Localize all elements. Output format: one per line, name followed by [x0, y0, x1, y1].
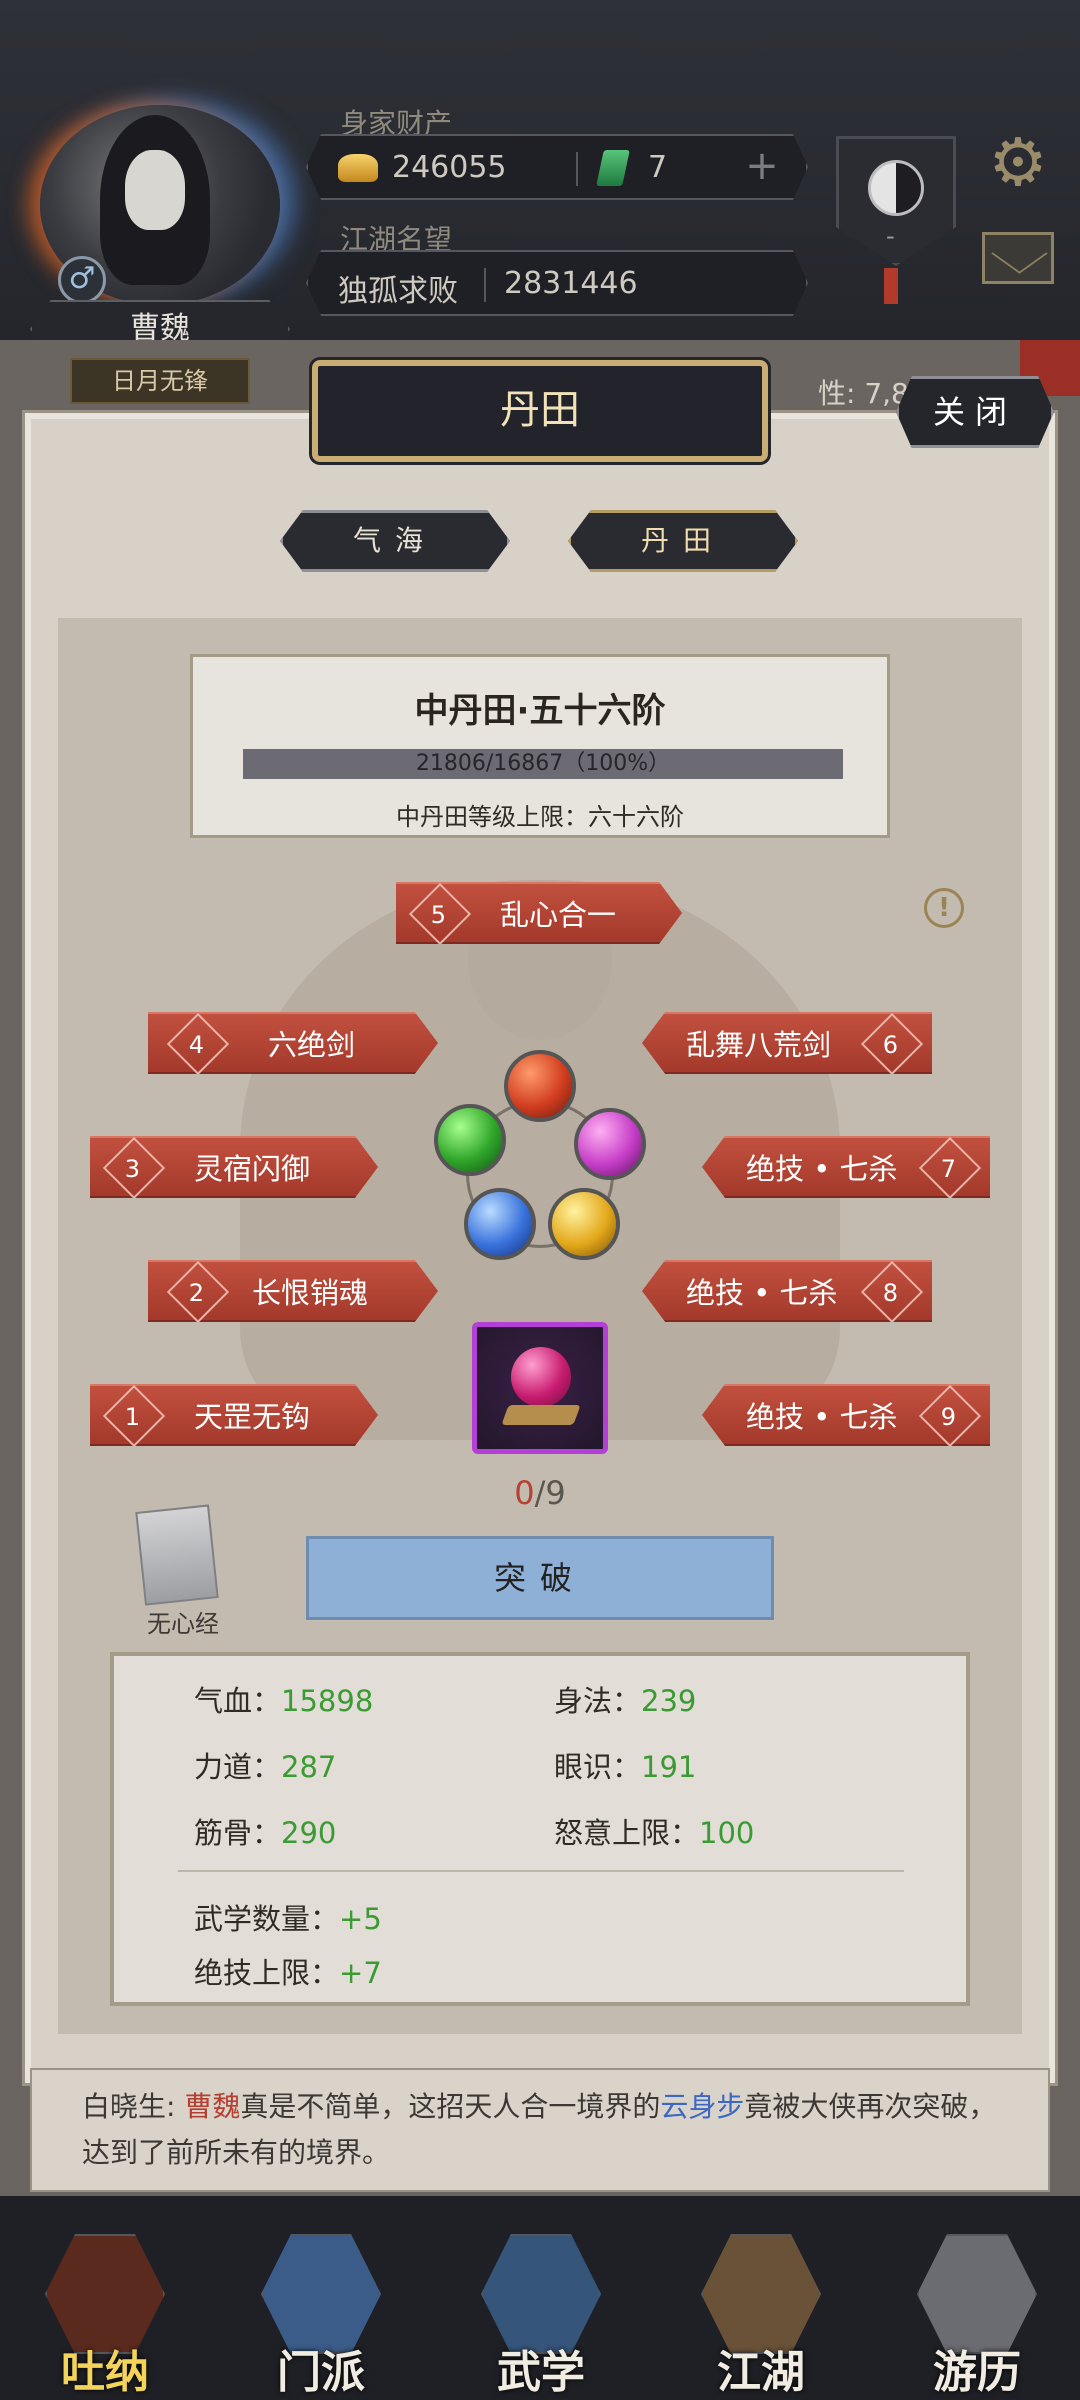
dantian-info-box: 中丹田·五十六阶 21806/16867（100%） 中丹田等级上限：六十六阶 [190, 654, 890, 838]
dantian-limit-text: 中丹田等级上限：六十六阶 [396, 803, 684, 831]
add-currency-button[interactable]: + [740, 146, 784, 190]
male-icon: ♂ [58, 256, 106, 304]
nav-breathing[interactable]: 吐纳 [30, 2226, 180, 2398]
nav-label: 吐纳 [61, 2347, 149, 2398]
skill-number: 6 [860, 1012, 924, 1074]
blue-gem-icon[interactable] [464, 1188, 536, 1260]
jade-amount: 7 [648, 150, 668, 185]
skill-slot-7[interactable]: 绝技 • 七杀 7 [702, 1136, 990, 1198]
skill-name: 乱舞八荒剑 [686, 1028, 832, 1062]
red-gem-icon[interactable] [504, 1050, 576, 1122]
jade-icon [596, 150, 630, 186]
dantian-level-title: 中丹田·五十六阶 [414, 691, 666, 731]
taiji-icon [868, 160, 924, 216]
skill-name: 乱心合一 [500, 898, 617, 932]
nav-jianghu[interactable]: 江湖 [686, 2226, 836, 2398]
stat-agility: 身法：239 [554, 1684, 697, 1718]
fame-value: 2831446 [504, 266, 638, 301]
purple-gem-icon[interactable] [574, 1108, 646, 1180]
yellow-gem-icon[interactable] [548, 1188, 620, 1260]
stat-martial-count: 武学数量：+5 [194, 1902, 382, 1936]
skill-name: 长恨销魂 [252, 1276, 369, 1310]
nav-label: 门派 [277, 2347, 365, 2398]
player-title: 日月无锋 [70, 358, 250, 404]
gold-amount: 246055 [392, 150, 507, 185]
bottom-nav: 吐纳 门派 武学 江湖 游历 [0, 2196, 1080, 2400]
nav-label: 游历 [933, 2347, 1021, 2398]
orb-stand-icon [501, 1405, 581, 1425]
gold-ingot-icon [338, 154, 378, 182]
stat-hp: 气血：15898 [194, 1684, 374, 1718]
nav-label: 武学 [497, 2347, 585, 2398]
stat-strength: 力道：287 [194, 1750, 337, 1784]
skill-slot-1[interactable]: 1 天罡无钩 [90, 1384, 378, 1446]
divider [484, 268, 486, 302]
fame-title: 独孤求败 [338, 274, 458, 309]
modal-title: 丹田 [312, 360, 768, 462]
divider [178, 1870, 904, 1872]
tab-dantian[interactable]: 丹田 [568, 510, 798, 572]
skill-name: 绝技 • 七杀 [686, 1276, 838, 1310]
stat-rage-limit: 怒意上限：100 [554, 1816, 755, 1850]
chat-message: 白晓生: 曹魏真是不简单，这招天人合一境界的云身步竟被大侠再次突破，达到了前所未… [82, 2090, 997, 2169]
skill-slot-2[interactable]: 2 长恨销魂 [148, 1260, 438, 1322]
dantian-orb-slot[interactable] [472, 1322, 608, 1454]
nav-sect[interactable]: 门派 [246, 2226, 396, 2398]
taiji-value: - [886, 222, 895, 250]
skill-number: 2 [166, 1260, 230, 1322]
info-alert-icon[interactable]: ! [924, 888, 964, 928]
tassel-decoration [884, 268, 898, 304]
skill-number: 7 [918, 1136, 982, 1198]
avatar-mask [125, 150, 185, 230]
nav-label: 江湖 [717, 2347, 805, 2398]
skill-slot-5[interactable]: 5 乱心合一 [396, 882, 682, 944]
breakthrough-count: 0/9 [514, 1474, 566, 1512]
progress-text: 21806/16867（100%） [415, 751, 671, 776]
wealth-bar: 246055 7 + [306, 134, 808, 200]
skill-number: 4 [166, 1012, 230, 1074]
top-header: ♂ 身家财产 246055 7 + 江湖名望 独孤求败 2831446 - ⚙ [0, 0, 1080, 340]
skill-number: 9 [918, 1384, 982, 1446]
nav-travel[interactable]: 游历 [902, 2226, 1052, 2398]
mail-icon[interactable] [982, 232, 1054, 284]
stat-ult-limit: 绝技上限：+7 [194, 1956, 382, 1990]
chat-message-box: 白晓生: 曹魏真是不简单，这招天人合一境界的云身步竟被大侠再次突破，达到了前所未… [30, 2068, 1050, 2192]
skill-number: 1 [102, 1384, 166, 1446]
close-button[interactable]: 关闭 [896, 376, 1054, 448]
green-gem-icon[interactable] [434, 1104, 506, 1176]
skill-slot-3[interactable]: 3 灵宿闪御 [90, 1136, 378, 1198]
skill-name: 绝技 • 七杀 [746, 1152, 898, 1186]
crystal-orb-icon [511, 1347, 571, 1407]
dantian-progress-bar: 21806/16867（100%） [243, 749, 843, 779]
skill-slot-9[interactable]: 绝技 • 七杀 9 [702, 1384, 990, 1446]
skill-number: 3 [102, 1136, 166, 1198]
divider [576, 152, 578, 186]
nav-martial[interactable]: 武学 [466, 2226, 616, 2398]
skill-number: 8 [860, 1260, 924, 1322]
skill-name: 灵宿闪御 [194, 1152, 311, 1186]
manual-book-label: 无心经 [147, 1610, 219, 1638]
manual-book-icon[interactable] [135, 1504, 219, 1606]
tab-qihai[interactable]: 气海 [280, 510, 510, 572]
skill-name: 六绝剑 [268, 1028, 356, 1062]
skill-number: 5 [408, 882, 472, 944]
skill-name: 天罡无钩 [194, 1400, 311, 1434]
skill-slot-6[interactable]: 乱舞八荒剑 6 [642, 1012, 932, 1074]
skill-name: 绝技 • 七杀 [746, 1400, 898, 1434]
stats-panel: 气血：15898 身法：239 力道：287 眼识：191 筋骨：290 怒意上… [110, 1652, 970, 2006]
breakthrough-button[interactable]: 突破 [306, 1536, 774, 1620]
stat-insight: 眼识：191 [554, 1750, 697, 1784]
gear-icon[interactable]: ⚙ [980, 125, 1056, 201]
skill-slot-8[interactable]: 绝技 • 七杀 8 [642, 1260, 932, 1322]
fame-bar: 独孤求败 2831446 [306, 250, 808, 316]
skill-slot-4[interactable]: 4 六绝剑 [148, 1012, 438, 1074]
stat-bone: 筋骨：290 [194, 1816, 337, 1850]
